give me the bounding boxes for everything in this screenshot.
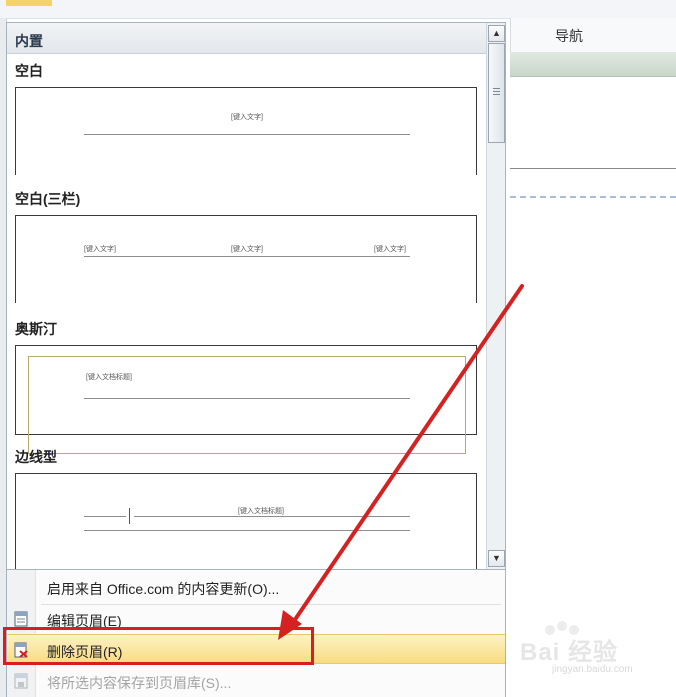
watermark-text: Bai 经验: [520, 639, 619, 666]
annotation-arrow: [278, 284, 524, 640]
watermark-url: jingyan.baidu.com: [552, 664, 633, 675]
